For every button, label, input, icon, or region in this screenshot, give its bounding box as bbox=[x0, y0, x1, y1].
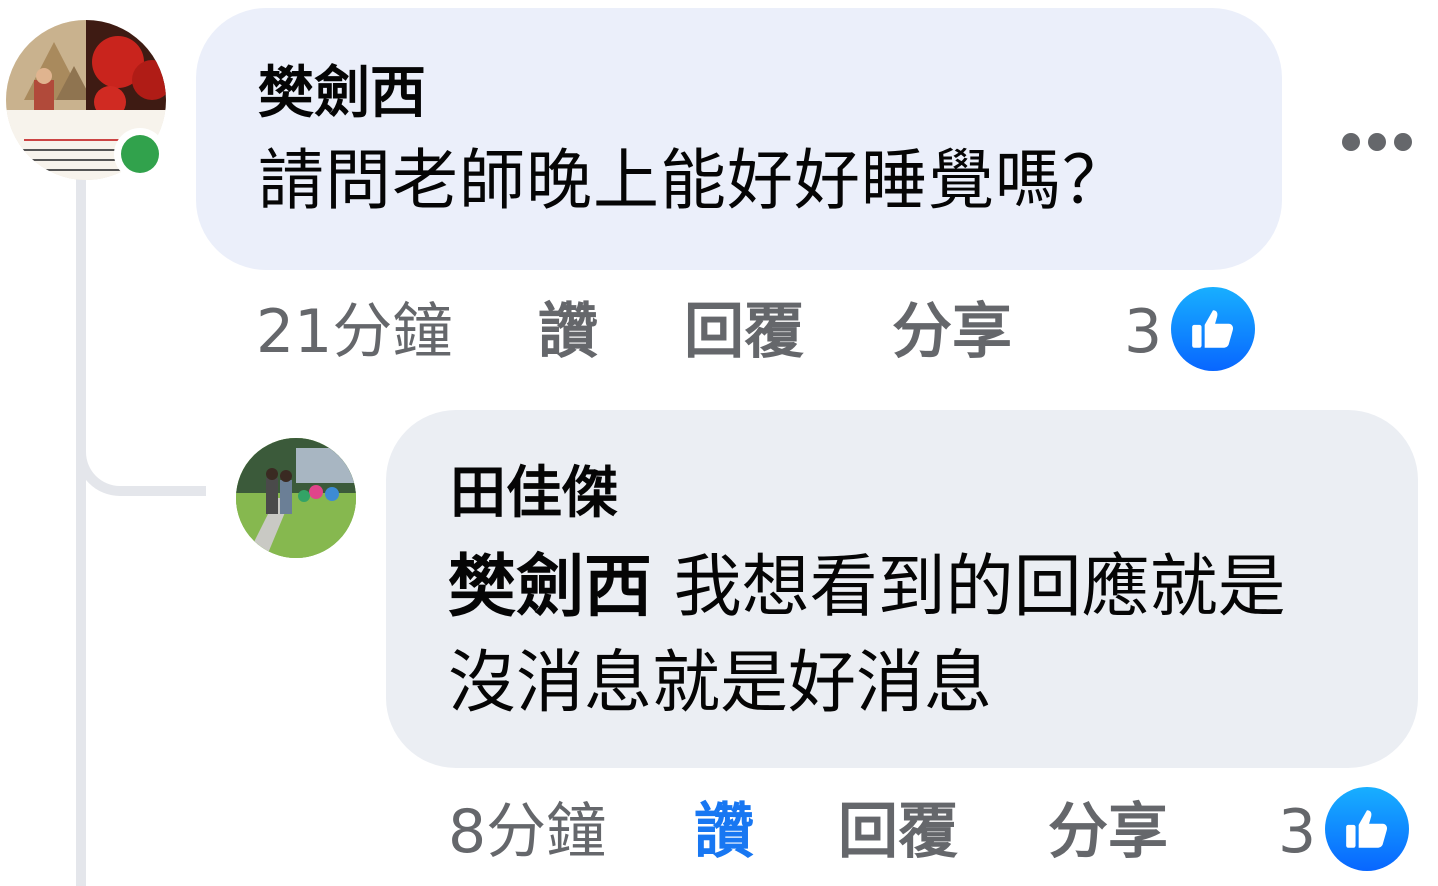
online-status-indicator bbox=[114, 128, 166, 180]
comment-author-name[interactable]: 樊劍西 bbox=[258, 66, 426, 122]
share-button[interactable]: 分享 bbox=[892, 302, 1012, 362]
comment-text: 請問老師晚上能好好睡覺嗎？ bbox=[258, 142, 1129, 219]
reply-text-line-1: 樊劍西 我想看到的回應就是 bbox=[448, 540, 1286, 636]
reply-button[interactable]: 回覆 bbox=[684, 302, 804, 362]
comment-thread: 樊劍西 請問老師晚上能好好睡覺嗎？ 21分鐘 讚 回覆 分享 3 田佳傑 樊劍西… bbox=[0, 0, 1438, 886]
more-options-button[interactable] bbox=[1342, 130, 1412, 154]
reply-share-button[interactable]: 分享 bbox=[1048, 802, 1168, 862]
reaction-count[interactable]: 3 bbox=[1124, 302, 1162, 362]
reply-text-line-2: 沒消息就是好消息 bbox=[448, 644, 993, 723]
more-horizontal-icon-dot bbox=[1394, 133, 1412, 151]
reply-reaction-badge[interactable] bbox=[1322, 784, 1412, 874]
thumbs-up-icon bbox=[1325, 787, 1409, 871]
reaction-badge[interactable] bbox=[1168, 284, 1258, 374]
reply-reaction-count[interactable]: 3 bbox=[1278, 802, 1316, 862]
comment-timestamp[interactable]: 21分鐘 bbox=[256, 302, 452, 362]
more-horizontal-icon-dot bbox=[1368, 133, 1386, 151]
reply-avatar-image bbox=[236, 438, 356, 558]
reply-reply-button[interactable]: 回覆 bbox=[838, 802, 958, 862]
like-button[interactable]: 讚 bbox=[538, 302, 598, 362]
reply-timestamp[interactable]: 8分鐘 bbox=[448, 802, 606, 862]
reply-text: 我想看到的回應就是 bbox=[652, 548, 1286, 627]
comment-bubble bbox=[196, 8, 1282, 270]
reply-author-name[interactable]: 田佳傑 bbox=[450, 466, 618, 522]
thread-line bbox=[76, 178, 86, 886]
reply-like-button[interactable]: 讚 bbox=[694, 802, 754, 862]
more-horizontal-icon bbox=[1342, 133, 1360, 151]
thread-connector bbox=[76, 400, 206, 496]
thumbs-up-icon bbox=[1171, 287, 1255, 371]
reply-avatar[interactable] bbox=[236, 438, 356, 558]
mention-link[interactable]: 樊劍西 bbox=[448, 548, 652, 627]
online-dot bbox=[121, 135, 159, 173]
